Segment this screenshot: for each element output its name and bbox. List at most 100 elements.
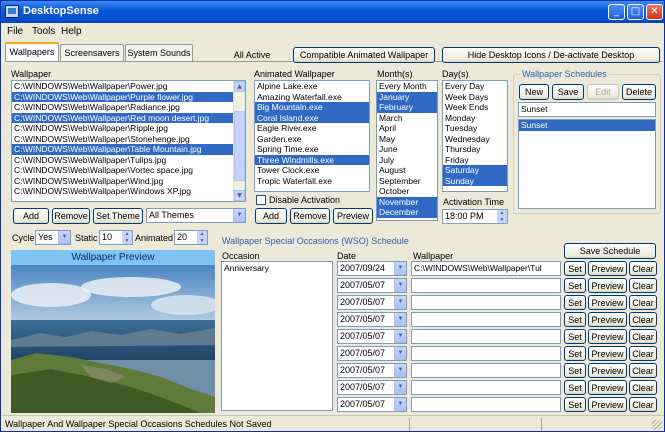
wallpaper-list-item[interactable]: C:\WINDOWS\Web\Wallpaper\Windows XP.jpg (12, 186, 245, 197)
animated-add-button[interactable]: Add (255, 208, 287, 224)
chevron-down-icon[interactable]: ▼ (394, 347, 406, 360)
wallpaper-list-item[interactable]: C:\WINDOWS\Web\Wallpaper\Radiance.jpg (12, 102, 245, 113)
all-active-button[interactable]: All Active (221, 47, 283, 63)
schedule-name-input[interactable]: Sunset (518, 102, 656, 117)
animated-list-item[interactable]: Big Mountain.exe (255, 102, 369, 113)
day-list-item[interactable]: Week Ends (443, 102, 507, 113)
wso-wallpaper-field[interactable] (411, 329, 561, 344)
wso-wallpaper-field[interactable] (411, 312, 561, 327)
wso-set-button[interactable]: Set (564, 312, 586, 327)
wallpaper-list-item[interactable]: C:\WINDOWS\Web\Wallpaper\Vortec space.jp… (12, 165, 245, 176)
minimize-button[interactable]: _ (608, 4, 625, 20)
day-list-item[interactable]: Sunday (443, 175, 507, 186)
wso-preview-button[interactable]: Preview (588, 261, 627, 276)
wso-date-picker[interactable]: 2007/05/07 ▼ (337, 380, 407, 395)
month-list-item[interactable]: May (377, 134, 437, 145)
wso-preview-button[interactable]: Preview (588, 363, 627, 378)
animated-remove-button[interactable]: Remove (290, 208, 330, 224)
chevron-down-icon[interactable]: ▼ (394, 398, 406, 411)
spin-down-icon[interactable]: ▼ (122, 237, 132, 244)
month-list-item[interactable]: December (377, 207, 437, 218)
scroll-down-icon[interactable]: ▼ (234, 190, 245, 201)
wso-set-button[interactable]: Set (564, 346, 586, 361)
month-list-item[interactable]: Every Month (377, 81, 437, 92)
animated-list-item[interactable]: Three Windmills.exe (255, 154, 369, 165)
wso-clear-button[interactable]: Clear (629, 346, 657, 361)
month-list-item[interactable]: August (377, 165, 437, 176)
chevron-down-icon[interactable]: ▼ (394, 330, 406, 343)
month-list-item[interactable]: July (377, 155, 437, 166)
wallpaper-list-item[interactable]: C:\WINDOWS\Web\Wallpaper\Tulips.jpg (12, 155, 245, 166)
wallpaper-list-item[interactable]: C:\WINDOWS\Web\Wallpaper\Table Mountain.… (12, 144, 245, 155)
close-button[interactable]: ✕ (646, 4, 663, 20)
wso-set-button[interactable]: Set (564, 380, 586, 395)
wso-preview-button[interactable]: Preview (588, 278, 627, 293)
wso-wallpaper-field[interactable] (411, 278, 561, 293)
months-list[interactable]: Every Month January February March April May J… (376, 80, 438, 221)
activation-time-stepper[interactable]: 18:00 PM ▲ ▼ (442, 209, 508, 224)
animated-list-item[interactable]: Tower Clock.exe (255, 165, 369, 176)
day-list-item[interactable]: Wednesday (443, 134, 507, 145)
wso-date-picker[interactable]: 2007/05/07 ▼ (337, 312, 407, 327)
wso-clear-button[interactable]: Clear (629, 261, 657, 276)
wso-preview-button[interactable]: Preview (588, 346, 627, 361)
schedule-list-item[interactable]: Sunset (519, 120, 655, 131)
menu-help[interactable]: Help (61, 26, 82, 37)
day-list-item[interactable]: Tuesday (443, 123, 507, 134)
animated-list-item[interactable]: Eagle River.exe (255, 123, 369, 134)
chevron-down-icon[interactable]: ▼ (394, 364, 406, 377)
wso-wallpaper-field[interactable] (411, 363, 561, 378)
theme-select[interactable]: All Themes ▼ (146, 208, 246, 223)
compatible-wallpaper-button[interactable]: Compatible Animated Wallpaper (293, 47, 435, 63)
occasion-item[interactable]: Anniversary (224, 262, 332, 275)
chevron-down-icon[interactable]: ▼ (394, 381, 406, 394)
scroll-up-icon[interactable]: ▲ (234, 81, 245, 92)
month-list-item[interactable]: February (377, 102, 437, 113)
spin-down-icon[interactable]: ▼ (497, 216, 507, 223)
schedule-delete-button[interactable]: Delete (622, 84, 656, 100)
animated-wallpaper-list[interactable]: Alpine Lake.exe Amazing Waterfall.exe Big … (254, 80, 370, 192)
wso-date-picker[interactable]: 2007/05/07 ▼ (337, 295, 407, 310)
animated-list-item[interactable]: Garden.exe (255, 134, 369, 145)
title-bar[interactable]: DesktopSense _ □ ✕ (1, 1, 664, 23)
schedule-new-button[interactable]: New (519, 84, 549, 100)
wso-date-picker[interactable]: 2007/05/07 ▼ (337, 329, 407, 344)
wallpaper-list-item[interactable]: C:\WINDOWS\Web\Wallpaper\Purple flower.j… (12, 91, 245, 102)
wso-set-button[interactable]: Set (564, 363, 586, 378)
wso-clear-button[interactable]: Clear (629, 380, 657, 395)
wso-set-button[interactable]: Set (564, 278, 586, 293)
schedule-save-button[interactable]: Save (552, 84, 584, 100)
wso-date-picker[interactable]: 2007/05/07 ▼ (337, 278, 407, 293)
schedule-edit-button[interactable]: Edit (587, 84, 619, 100)
wso-preview-button[interactable]: Preview (588, 397, 627, 412)
wso-wallpaper-field[interactable] (411, 346, 561, 361)
tab-wallpapers[interactable]: Wallpapers (5, 42, 59, 62)
month-list-item[interactable]: April (377, 123, 437, 134)
animated-list-item[interactable]: Spring Time.exe (255, 144, 369, 155)
wallpaper-list-item[interactable]: C:\WINDOWS\Web\Wallpaper\Ripple.jpg (12, 123, 245, 134)
month-list-item[interactable]: November (377, 196, 437, 207)
wso-set-button[interactable]: Set (564, 261, 586, 276)
occasion-listbox[interactable]: Anniversary (221, 261, 333, 411)
wallpaper-add-button[interactable]: Add (13, 208, 49, 224)
wso-clear-button[interactable]: Clear (629, 363, 657, 378)
animated-stepper[interactable]: 20 ▲ ▼ (174, 230, 208, 245)
chevron-down-icon[interactable]: ▼ (233, 209, 245, 222)
hide-desktop-icons-button[interactable]: Hide Desktop Icons / De-activate Desktop (442, 47, 660, 63)
tab-system-sounds[interactable]: System Sounds (125, 44, 193, 61)
wallpaper-remove-button[interactable]: Remove (52, 208, 90, 224)
wso-set-button[interactable]: Set (564, 329, 586, 344)
schedules-list[interactable]: Sunset (518, 119, 656, 209)
wso-wallpaper-field[interactable] (411, 397, 561, 412)
cycle-select[interactable]: Yes ▼ (35, 230, 71, 245)
chevron-down-icon[interactable]: ▼ (394, 262, 406, 275)
wso-date-picker[interactable]: 2007/09/24 ▼ (337, 261, 407, 276)
wso-wallpaper-field[interactable] (411, 295, 561, 310)
wallpaper-list-item[interactable]: C:\WINDOWS\Web\Wallpaper\Power.jpg (12, 81, 245, 92)
animated-list-item[interactable]: Amazing Waterfall.exe (255, 92, 369, 103)
day-list-item[interactable]: Week Days (443, 92, 507, 103)
wso-wallpaper-field[interactable] (411, 380, 561, 395)
save-schedule-button[interactable]: Save Schedule (564, 243, 656, 259)
animated-list-item[interactable]: Tropic Waterfall.exe (255, 176, 369, 187)
chevron-down-icon[interactable]: ▼ (394, 279, 406, 292)
